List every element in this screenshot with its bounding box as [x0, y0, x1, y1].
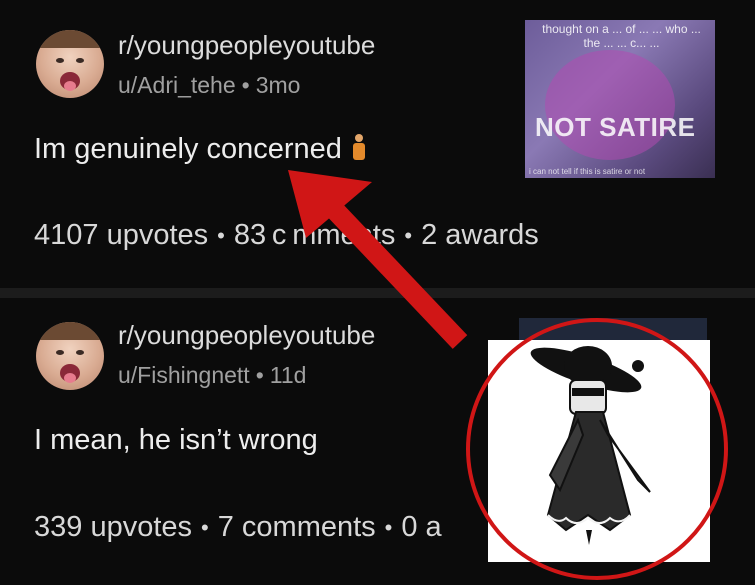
- subreddit-name[interactable]: r/youngpeopleyoutube: [118, 30, 375, 61]
- post-meta: u/Fishingnett • 11d: [118, 362, 306, 389]
- post-card-1[interactable]: r/youngpeopleyoutube u/Adri_tehe • 3mo Im …: [0, 0, 755, 288]
- post-title-text: Im genuinely concerned: [34, 133, 342, 165]
- post-thumbnail[interactable]: thought on a ... of ... ... who ... the …: [525, 20, 715, 178]
- award-count[interactable]: 2 awards: [421, 219, 539, 251]
- comment-count[interactable]: 83 c mments: [234, 219, 396, 251]
- red-highlight-circle: [466, 318, 728, 580]
- subreddit-name[interactable]: r/youngpeopleyoutube: [118, 320, 375, 351]
- thumbnail-caption: thought on a ... of ... ... who ... the …: [542, 22, 701, 50]
- subreddit-avatar[interactable]: [36, 322, 104, 390]
- award-count[interactable]: 0 a: [401, 511, 441, 543]
- person-emoji-icon: [352, 134, 366, 160]
- post-age: 11d: [269, 362, 307, 388]
- upvote-count[interactable]: 339 upvotes: [34, 511, 192, 543]
- thumbnail-overlay-text: NOT SATIRE: [535, 112, 696, 142]
- post-title[interactable]: I mean, he isn’t wrong: [34, 424, 318, 457]
- comment-count[interactable]: 7 comments: [218, 511, 376, 543]
- username[interactable]: u/Fishingnett: [118, 362, 250, 388]
- thumbnail-footer: i can not tell if this is satire or not: [529, 167, 646, 176]
- subreddit-avatar[interactable]: [36, 30, 104, 98]
- stats-separator: •: [384, 515, 393, 541]
- meta-separator: •: [241, 72, 250, 98]
- post-age: 3mo: [255, 72, 301, 98]
- stats-separator: •: [201, 515, 209, 541]
- stats-separator: •: [404, 223, 413, 249]
- post-meta: u/Adri_tehe • 3mo: [118, 72, 300, 99]
- post-title[interactable]: Im genuinely concerned: [34, 133, 366, 166]
- upvote-count[interactable]: 4107 upvotes: [34, 219, 208, 251]
- post-stats: 339 upvotes • 7 comments • 0 a: [34, 511, 442, 544]
- post-divider: [0, 288, 755, 298]
- meta-separator: •: [255, 362, 264, 388]
- username[interactable]: u/Adri_tehe: [118, 72, 236, 98]
- stats-separator: •: [217, 223, 225, 249]
- post-stats: 4107 upvotes • 83 c mments • 2 awards: [34, 219, 539, 252]
